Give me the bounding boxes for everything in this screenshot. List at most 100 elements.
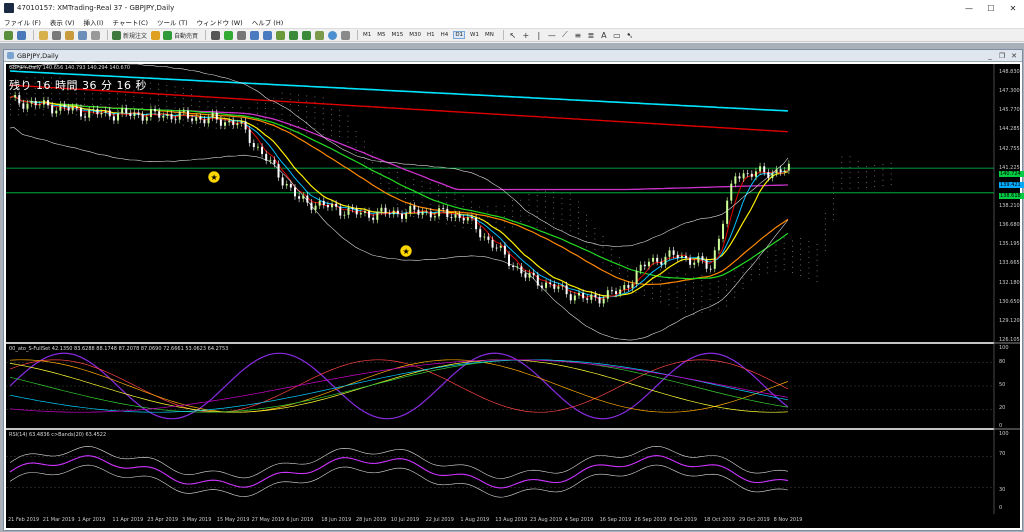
rsi-tick-label: 100	[999, 431, 1009, 437]
ichimoku-cloud-dot	[363, 146, 365, 148]
candle-body	[582, 292, 585, 299]
ichimoku-cloud-dot	[512, 210, 513, 212]
ichimoku-cloud-dot	[767, 267, 769, 269]
candle-body	[759, 166, 762, 172]
ichimoku-cloud-dot	[660, 296, 662, 297]
ichimoku-cloud-dot	[34, 109, 36, 110]
price-chart[interactable]: ★★	[0, 0, 1024, 532]
ichimoku-cloud-dot	[660, 301, 662, 303]
ichimoku-cloud-dot	[347, 126, 349, 127]
ichimoku-cloud-dot	[594, 249, 596, 251]
ichimoku-cloud-dot	[298, 94, 299, 96]
ichimoku-cloud-dot	[536, 195, 538, 196]
ichimoku-cloud-dot	[520, 220, 522, 222]
ichimoku-cloud-dot	[446, 186, 448, 188]
ichimoku-cloud-dot	[438, 195, 439, 197]
ichimoku-cloud-dot	[331, 119, 332, 121]
ichimoku-cloud-dot	[668, 272, 670, 274]
ichimoku-cloud-dot	[536, 210, 538, 212]
ichimoku-cloud-dot	[306, 95, 308, 97]
ichimoku-cloud-dot	[701, 295, 703, 297]
candle-body	[47, 100, 50, 106]
ichimoku-cloud-dot	[824, 223, 826, 225]
ichimoku-cloud-dot	[355, 152, 357, 154]
candle-body	[787, 163, 790, 171]
ichimoku-cloud-dot	[224, 128, 225, 129]
candle-body	[75, 106, 78, 108]
ichimoku-cloud-dot	[281, 119, 283, 120]
ichimoku-cloud-dot	[289, 130, 291, 132]
ichimoku-cloud-dot	[602, 236, 604, 237]
candle-body	[754, 171, 757, 177]
ichimoku-cloud-dot	[857, 166, 859, 168]
ichimoku-cloud-dot	[462, 206, 464, 207]
ichimoku-cloud-dot	[800, 275, 802, 276]
main-pane-bg	[6, 64, 994, 342]
candle-body	[18, 95, 21, 104]
candle-body	[117, 113, 120, 121]
candle-body	[462, 218, 465, 221]
ichimoku-cloud-dot	[314, 117, 316, 119]
ichimoku-cloud-dot	[808, 256, 810, 258]
ichimoku-cloud-dot	[734, 275, 736, 277]
ichimoku-cloud-dot	[182, 87, 184, 89]
ichimoku-cloud-dot	[849, 187, 851, 189]
ichimoku-cloud-dot	[289, 98, 291, 100]
ichimoku-cloud-dot	[833, 187, 834, 189]
ichimoku-cloud-dot	[800, 259, 802, 261]
ichimoku-cloud-dot	[429, 219, 431, 221]
candle-body	[738, 176, 741, 179]
ichimoku-cloud-dot	[265, 129, 266, 131]
candle-body	[34, 100, 37, 106]
ichimoku-cloud-dot	[182, 103, 184, 105]
candle-body	[289, 184, 292, 188]
ichimoku-cloud-dot	[866, 171, 867, 173]
candle-body	[664, 256, 667, 265]
date-tick-label: 28 Jun 2019	[356, 517, 387, 523]
candle-body	[643, 264, 646, 267]
price-tick-label: 141.225	[999, 164, 1020, 171]
main-pane-ohlc: GBPJPY,Daily 140.656 140.793 140.294 140…	[9, 65, 131, 71]
ichimoku-cloud-dot	[668, 278, 670, 279]
date-tick-label: 8 Oct 2019	[669, 517, 697, 523]
candle-body	[59, 104, 62, 111]
ichimoku-cloud-dot	[273, 103, 275, 104]
ichimoku-cloud-dot	[405, 182, 406, 184]
ichimoku-cloud-dot	[816, 254, 818, 256]
ichimoku-cloud-dot	[59, 93, 61, 95]
ichimoku-cloud-dot	[462, 195, 464, 197]
ichimoku-cloud-dot	[726, 279, 727, 281]
ichimoku-cloud-dot	[833, 203, 834, 205]
ichimoku-cloud-dot	[306, 121, 308, 123]
price-tick-label: 144.285	[999, 126, 1020, 133]
ichimoku-cloud-dot	[775, 270, 777, 272]
candle-body	[746, 173, 749, 175]
ichimoku-cloud-dot	[742, 272, 744, 274]
ichimoku-cloud-dot	[355, 146, 357, 148]
date-tick-label: 11 Apr 2019	[112, 517, 144, 523]
ichimoku-cloud-dot	[874, 165, 876, 166]
candle-body	[281, 177, 284, 186]
ichimoku-cloud-dot	[684, 300, 686, 301]
ichimoku-cloud-dot	[298, 121, 299, 122]
ichimoku-cloud-dot	[273, 129, 275, 131]
ichimoku-cloud-dot	[569, 204, 571, 205]
ichimoku-cloud-dot	[561, 224, 563, 226]
candle-body	[590, 294, 593, 300]
ichimoku-cloud-dot	[174, 123, 176, 125]
price-tick-label: 130.650	[999, 298, 1020, 305]
candle-body	[396, 210, 399, 214]
ichimoku-cloud-dot	[182, 98, 184, 100]
candle-body	[335, 203, 338, 207]
candle-body	[199, 117, 202, 120]
ichimoku-cloud-dot	[684, 289, 686, 291]
ichimoku-cloud-dot	[717, 297, 719, 298]
ichimoku-cloud-dot	[141, 107, 143, 109]
ichimoku-cloud-dot	[298, 99, 299, 101]
ichimoku-cloud-dot	[117, 93, 118, 95]
ichimoku-cloud-dot	[775, 244, 777, 246]
ichimoku-cloud-dot	[59, 98, 61, 100]
ichimoku-cloud-dot	[833, 208, 834, 210]
ichimoku-cloud-dot	[792, 272, 793, 274]
candle-body	[602, 298, 605, 304]
